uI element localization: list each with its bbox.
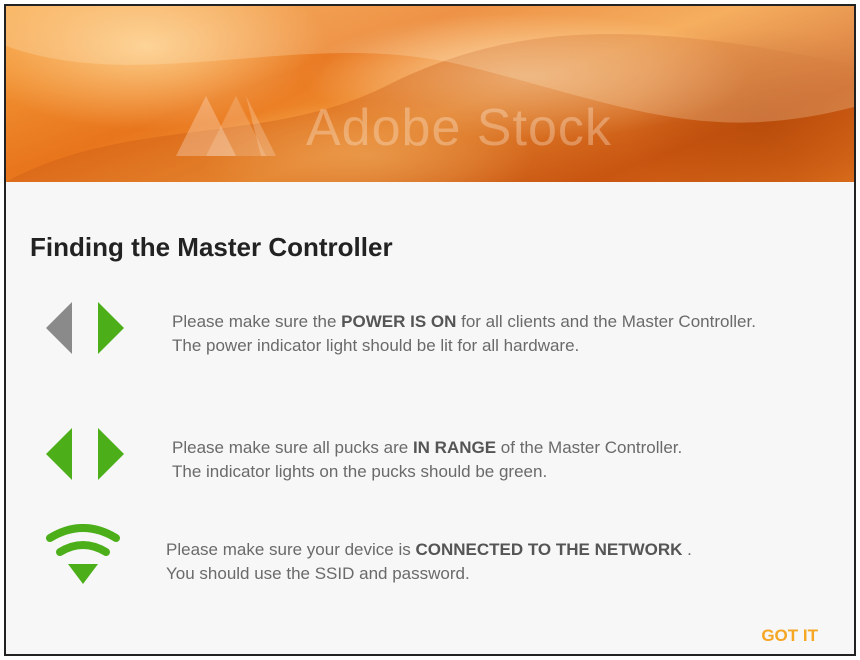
emphasis-text: POWER IS ON bbox=[341, 312, 457, 331]
range-arrows-icon bbox=[46, 428, 124, 480]
power-arrows-icon bbox=[46, 302, 124, 354]
checklist-text: Please make sure all pucks are IN RANGE … bbox=[172, 436, 682, 484]
dialog-title: Finding the Master Controller bbox=[30, 232, 393, 262]
emphasis-text: CONNECTED TO THE NETWORK bbox=[415, 540, 683, 559]
checklist-line-1: Please make sure the POWER IS ON for all… bbox=[172, 312, 756, 331]
wifi-icon bbox=[46, 524, 120, 584]
got-it-button[interactable]: GOT IT bbox=[761, 626, 818, 646]
checklist-line-1: Please make sure your device is CONNECTE… bbox=[166, 540, 692, 559]
checklist-text: Please make sure your device is CONNECTE… bbox=[166, 538, 692, 586]
header-banner-image: Adobe Stock bbox=[6, 6, 854, 182]
checklist-line-2: The power indicator light should be lit … bbox=[172, 336, 580, 355]
checklist-line-2: You should use the SSID and password. bbox=[166, 564, 470, 583]
emphasis-text: IN RANGE bbox=[412, 438, 497, 457]
checklist-text: Please make sure the POWER IS ON for all… bbox=[172, 310, 756, 358]
checklist-line-1: Please make sure all pucks are IN RANGE … bbox=[172, 438, 683, 457]
dialog: Adobe Stock Finding the Master Controlle… bbox=[4, 4, 856, 656]
checklist-line-2: The indicator lights on the pucks should… bbox=[172, 462, 548, 481]
watermark-text: Adobe Stock bbox=[306, 99, 612, 157]
